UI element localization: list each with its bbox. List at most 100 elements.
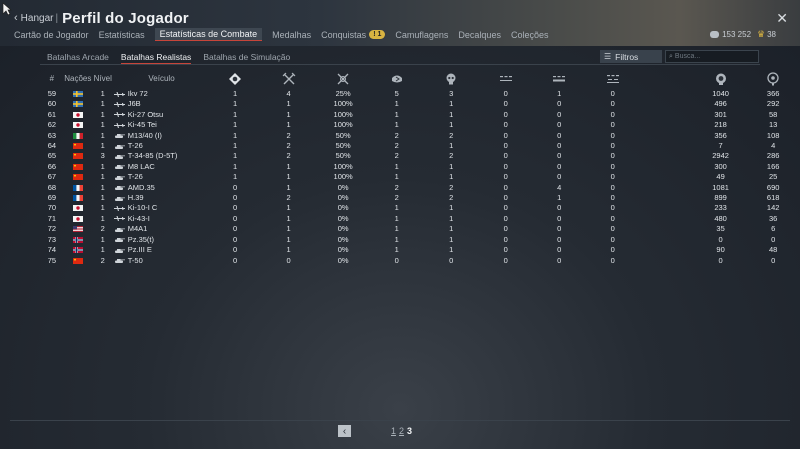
stat-win-rate: 0% [337,245,349,255]
table-row[interactable]: 65 3 T-34-85 (D-5T) 1 2 50% 2 2 0 0 0 2942 286 [40,151,800,161]
victories-icon [229,72,242,85]
page-1-link[interactable]: 1 [391,426,396,436]
col-air-kills[interactable] [479,68,533,89]
col-win-rate[interactable] [316,68,370,89]
stat-silver-lions: 25 [769,172,778,182]
tab-player-card[interactable]: Cartão de Jogador [14,28,89,41]
vehicle-name: Pz.III E [127,245,152,255]
vehicle-cell: Pz.III E [114,245,210,255]
activity-cell [639,110,694,120]
tab-combat-statistics[interactable]: Estatísticas de Combate [154,28,263,41]
activity-cell [639,183,694,193]
page-title: Perfil do Jogador [62,9,189,27]
col-activity[interactable] [639,68,694,89]
stat-research-points: 0 [718,255,723,265]
stat-win-rate: 0% [337,213,349,223]
filters-button[interactable]: ☰ Filtros [600,50,662,63]
table-row[interactable]: 68 1 AMD.35 0 1 0% 2 2 0 4 0 1081 690 [40,183,800,193]
stat-victories: 0 [233,213,238,223]
chevron-left-icon: ‹ [14,12,18,24]
stat-research-points: 496 [714,99,727,109]
stat-ground-kills: 4 [557,182,562,192]
stat-ground-kills: 0 [557,255,562,265]
stat-ground-kills: 0 [557,203,562,213]
table-row[interactable]: 63 1 M13/40 (I) 1 2 50% 2 2 0 0 0 356 108 [40,131,800,141]
tank-icon [114,248,125,253]
page-2-link[interactable]: 2 [399,426,404,436]
table-row[interactable]: 72 2 M4A1 0 1 0% 1 1 0 0 0 35 6 [40,224,800,234]
prev-page-button[interactable]: ‹ [338,425,351,437]
stat-respawns: 1 [394,172,399,182]
stat-naval-kills: 0 [610,99,615,109]
hangar-back-button[interactable]: ‹ Hangar | [14,12,62,24]
nation-flag [64,224,92,234]
row-number: 71 [47,213,57,223]
col-vehicle[interactable]: Veículo [114,68,210,89]
subtab-simulator[interactable]: Batalhas de Simulação [203,52,290,64]
table-row[interactable]: 74 1 Pz.III E 0 1 0% 1 1 0 0 0 90 48 [40,245,800,255]
flag-usa-icon [72,226,83,233]
table-row[interactable]: 62 1 Ki-45 Tei 1 1 100% 1 1 0 0 0 218 13 [40,120,800,130]
search-input[interactable] [674,53,753,60]
stat-naval-kills: 0 [610,120,615,130]
activity-cell [639,99,694,109]
col-level[interactable]: Nível [92,68,114,89]
col-ground-kills[interactable] [532,68,586,89]
stat-deaths: 1 [449,224,454,234]
col-research-points[interactable] [695,68,747,89]
tab-achievements[interactable]: Conquistas! 1 [321,28,386,41]
vehicle-name: T-26 [127,172,143,182]
col-number[interactable]: # [40,68,64,89]
col-silver-lions[interactable] [746,68,800,89]
table-row[interactable]: 70 1 Ki-10-I C 0 1 0% 1 1 0 0 0 233 142 [40,203,800,213]
table-row[interactable]: 67 1 T-26 1 1 100% 1 1 0 0 0 49 25 [40,172,800,182]
stat-respawns: 2 [394,193,399,203]
stat-ground-kills: 0 [557,151,562,161]
col-respawns[interactable] [370,68,424,89]
table-row[interactable]: 61 1 Ki-27 Otsu 1 1 100% 1 1 0 0 0 301 58 [40,110,800,120]
col-naval-kills[interactable] [586,68,640,89]
table-row[interactable]: 60 1 J6B 1 1 100% 1 1 0 0 0 496 292 [40,99,800,109]
tank-icon [114,196,125,201]
table-row[interactable]: 64 1 T-26 1 2 50% 2 1 0 0 0 7 4 [40,141,800,151]
tab-statistics[interactable]: Estatísticas [99,28,145,41]
close-icon[interactable]: ✕ [776,10,788,27]
vehicle-rank: 1 [100,193,105,203]
stat-win-rate: 0% [337,193,349,203]
stat-research-points: 301 [714,109,727,119]
search-icon: ⌕ [669,52,673,60]
tab-collections[interactable]: Coleções [511,28,549,41]
col-victories[interactable] [209,68,261,89]
page-header: ‹ Hangar | Perfil do Jogador [14,8,189,28]
tab-decals[interactable]: Decalques [458,28,501,41]
vehicle-cell: M13/40 (I) [114,131,210,141]
stat-win-rate: 50% [335,130,351,140]
activity-cell [639,162,694,172]
flag-china-icon [72,153,83,160]
stat-battles: 2 [286,193,291,203]
stat-win-rate: 100% [333,120,353,130]
tab-camouflages[interactable]: Camuflagens [395,28,448,41]
table-row[interactable]: 59 1 Ikv 72 1 4 25% 5 3 0 1 0 1040 366 [40,89,800,99]
silver-lions-icon [710,31,720,38]
table-row[interactable]: 75 2 T-50 0 0 0% 0 0 0 0 0 0 0 [40,256,800,266]
subtab-arcade[interactable]: Batalhas Arcade [47,52,109,64]
subtab-divider [40,64,760,65]
table-row[interactable]: 66 1 M8 LAC 1 1 100% 1 1 0 0 0 300 166 [40,162,800,172]
stat-victories: 1 [233,120,238,130]
stat-ground-kills: 0 [557,224,562,234]
stat-victories: 1 [233,141,238,151]
tab-medals[interactable]: Medalhas [272,28,311,41]
stat-respawns: 1 [394,161,399,171]
table-row[interactable]: 69 1 H.39 0 2 0% 2 2 0 1 0 899 618 [40,193,800,203]
activity-cell [639,151,694,161]
nation-flag [64,172,92,182]
col-battles[interactable] [261,68,316,89]
table-row[interactable]: 71 1 Ki-43-I 0 1 0% 1 1 0 0 0 480 36 [40,214,800,224]
nation-flag [64,183,92,193]
col-deaths[interactable] [423,68,478,89]
subtab-realistic[interactable]: Batalhas Realistas [120,52,192,64]
table-row[interactable]: 73 1 Pz.35(t) 0 1 0% 1 1 0 0 0 0 0 [40,235,800,245]
row-number: 74 [47,245,57,255]
col-nation[interactable]: Nações [64,68,92,89]
